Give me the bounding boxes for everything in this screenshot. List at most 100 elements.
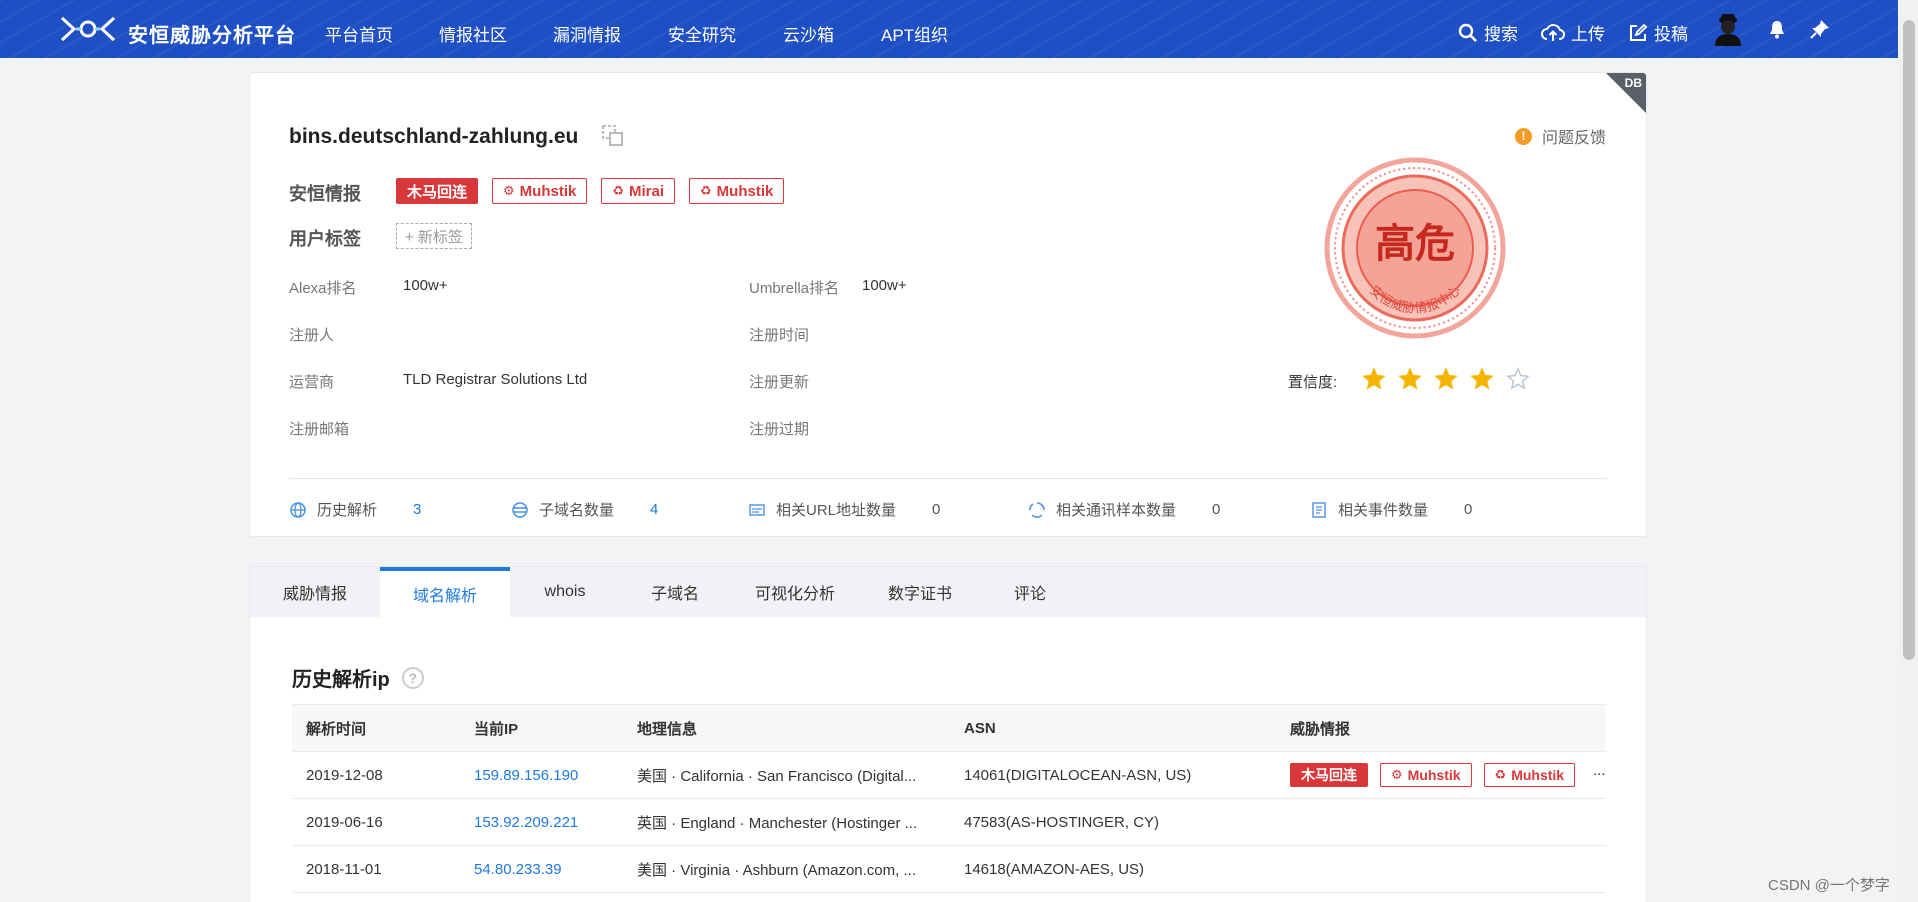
stat-samples[interactable]: 相关通讯样本数量 0 xyxy=(1028,499,1220,520)
nav-research[interactable]: 安全研究 xyxy=(668,21,736,46)
nav-vulnerability[interactable]: 漏洞情报 xyxy=(553,21,621,46)
column-header: 地理信息 xyxy=(623,704,950,752)
star-filled-icon xyxy=(1362,367,1386,390)
threat-tag-label: Muhstik xyxy=(1407,767,1461,783)
section-title: 历史解析ip ? xyxy=(292,663,424,692)
search-button[interactable]: 搜索 xyxy=(1458,20,1518,45)
cell-threat xyxy=(1276,845,1606,893)
tab-certificates[interactable]: 数字证书 xyxy=(860,567,980,617)
cell-threat: 木马回连 ⚙ Muhstik ♻ Muhstik xyxy=(1276,751,1606,799)
stat-value: 0 xyxy=(1464,501,1473,518)
top-nav: 安恒威胁分析平台 平台首页 情报社区 漏洞情报 安全研究 云沙箱 APT组织 搜… xyxy=(0,0,1898,58)
tab-visual-analysis[interactable]: 可视化分析 xyxy=(730,567,860,617)
submit-article-button[interactable]: 投稿 xyxy=(1628,20,1688,45)
cell-ip-link[interactable]: 159.89.156.190 xyxy=(460,751,623,799)
column-header: 当前IP xyxy=(460,704,623,752)
cell-time: 2019-12-08 xyxy=(292,751,460,799)
cell-time: 2019-06-16 xyxy=(292,798,460,846)
tab-whois[interactable]: whois xyxy=(510,567,620,617)
more-tags[interactable]: ... xyxy=(1593,762,1606,779)
copy-icon[interactable] xyxy=(601,124,625,148)
nav-sandbox[interactable]: 云沙箱 xyxy=(783,21,834,46)
threat-tag[interactable]: ⚙ Muhstik xyxy=(1380,763,1472,787)
bell-icon[interactable] xyxy=(1766,18,1788,40)
upload-button[interactable]: 上传 xyxy=(1541,20,1605,45)
stat-events[interactable]: 相关事件数量 0 xyxy=(1310,499,1472,520)
brand-title[interactable]: 安恒威胁分析平台 xyxy=(128,19,296,48)
nav-home[interactable]: 平台首页 xyxy=(325,21,393,46)
operator-label: 运营商 xyxy=(289,374,335,391)
intel-tags: 木马回连 ⚙ Muhstik ♻ Mirai ♻ Muhstik xyxy=(396,178,785,204)
logo-icon[interactable] xyxy=(60,14,116,44)
bug-icon: ⚙ xyxy=(503,183,515,198)
intel-tag-label: Muhstik xyxy=(716,182,774,200)
confidence-stars xyxy=(1362,367,1530,391)
intel-tag[interactable]: 木马回连 xyxy=(396,178,479,204)
cell-asn: 14618(AMAZON-AES, US) xyxy=(950,845,1276,893)
stat-value[interactable]: 4 xyxy=(650,501,658,518)
column-header: 威胁情报 xyxy=(1276,704,1606,752)
intel-tag[interactable]: ♻ Muhstik xyxy=(689,178,785,204)
registrant-label: 注册人 xyxy=(289,327,335,344)
reg-time-label: 注册时间 xyxy=(749,327,810,344)
intel-tag[interactable]: ♻ Mirai xyxy=(601,178,676,204)
threat-tag-label: Muhstik xyxy=(1511,767,1565,783)
stat-subdomains[interactable]: 子域名数量 4 xyxy=(511,499,658,520)
new-tag-button[interactable]: + 新标签 xyxy=(396,223,472,249)
cell-asn: 14061(DIGITALOCEAN-ASN, US) xyxy=(950,751,1276,799)
nav-community[interactable]: 情报社区 xyxy=(439,21,507,46)
submit-label: 投稿 xyxy=(1654,25,1688,44)
reg-expire-label: 注册过期 xyxy=(749,421,810,438)
cell-ip-link[interactable]: 54.80.233.39 xyxy=(460,845,623,893)
scrollbar-thumb[interactable] xyxy=(1903,20,1915,660)
stat-label: 相关通讯样本数量 xyxy=(1056,502,1177,519)
bug-icon: ⚙ xyxy=(1391,767,1403,782)
event-icon xyxy=(1312,501,1326,518)
domain-card: DB bins.deutschland-zahlung.eu ! 问题反馈 安恒… xyxy=(249,72,1647,537)
tab-subdomains[interactable]: 子域名 xyxy=(620,567,730,617)
umbrella-value: 100w+ xyxy=(862,277,907,294)
domain-name: bins.deutschland-zahlung.eu xyxy=(289,125,579,148)
avatar[interactable] xyxy=(1712,12,1744,46)
watermark: CSDN @一个梦字 xyxy=(1768,877,1890,894)
umbrella-label: Umbrella排名 xyxy=(749,280,840,297)
stat-urls[interactable]: 相关URL地址数量 0 xyxy=(748,499,940,520)
email-label: 注册邮箱 xyxy=(289,421,350,438)
warning-icon: ! xyxy=(1514,127,1532,145)
threat-tags: 木马回连 ⚙ Muhstik ♻ Muhstik xyxy=(1290,763,1590,787)
search-label: 搜索 xyxy=(1484,25,1518,44)
corner-badge-text: DB xyxy=(1624,76,1642,90)
stat-label: 历史解析 xyxy=(317,502,378,519)
tab-threat-intel[interactable]: 威胁情报 xyxy=(250,567,380,617)
intel-label: 安恒情报 xyxy=(289,184,361,204)
reg-update-label: 注册更新 xyxy=(749,374,810,391)
stat-value[interactable]: 3 xyxy=(413,501,421,518)
star-filled-icon xyxy=(1470,367,1494,390)
intel-tag[interactable]: ⚙ Muhstik xyxy=(492,178,588,204)
feedback-link[interactable]: ! 问题反馈 xyxy=(1514,124,1606,148)
sample-icon xyxy=(1029,501,1045,518)
table-row: 2019-12-08 159.89.156.190 美国 · Californi… xyxy=(292,751,1606,799)
stat-history[interactable]: 历史解析 3 xyxy=(289,499,421,520)
cell-geo: 英国 · England · Manchester (Hostinger ... xyxy=(623,798,950,846)
stat-label: 相关事件数量 xyxy=(1338,502,1429,519)
recycle-icon: ♻ xyxy=(1494,767,1507,782)
recycle-icon: ♻ xyxy=(612,183,624,198)
cell-ip-link[interactable]: 153.92.209.221 xyxy=(460,798,623,846)
pin-icon[interactable] xyxy=(1809,18,1831,40)
cell-asn: 47583(AS-HOSTINGER, CY) xyxy=(950,798,1276,846)
table-row: 2019-06-16 153.92.209.221 英国 · England ·… xyxy=(292,798,1606,846)
help-icon[interactable]: ? xyxy=(401,666,424,689)
threat-tag[interactable]: ♻ Muhstik xyxy=(1483,763,1576,787)
tab-comments[interactable]: 评论 xyxy=(980,567,1080,617)
url-icon xyxy=(749,503,765,516)
risk-level: 高危 xyxy=(1375,222,1455,266)
tab-dns-resolution[interactable]: 域名解析 xyxy=(380,567,510,617)
nav-apt[interactable]: APT组织 xyxy=(881,21,948,46)
threat-tag[interactable]: 木马回连 xyxy=(1290,763,1368,787)
user-tag-label: 用户标签 xyxy=(289,229,361,249)
stat-label: 子域名数量 xyxy=(539,502,615,519)
operator-value: TLD Registrar Solutions Ltd xyxy=(403,371,588,388)
column-header: ASN xyxy=(950,704,1276,752)
intel-tag-label: Muhstik xyxy=(519,182,577,200)
